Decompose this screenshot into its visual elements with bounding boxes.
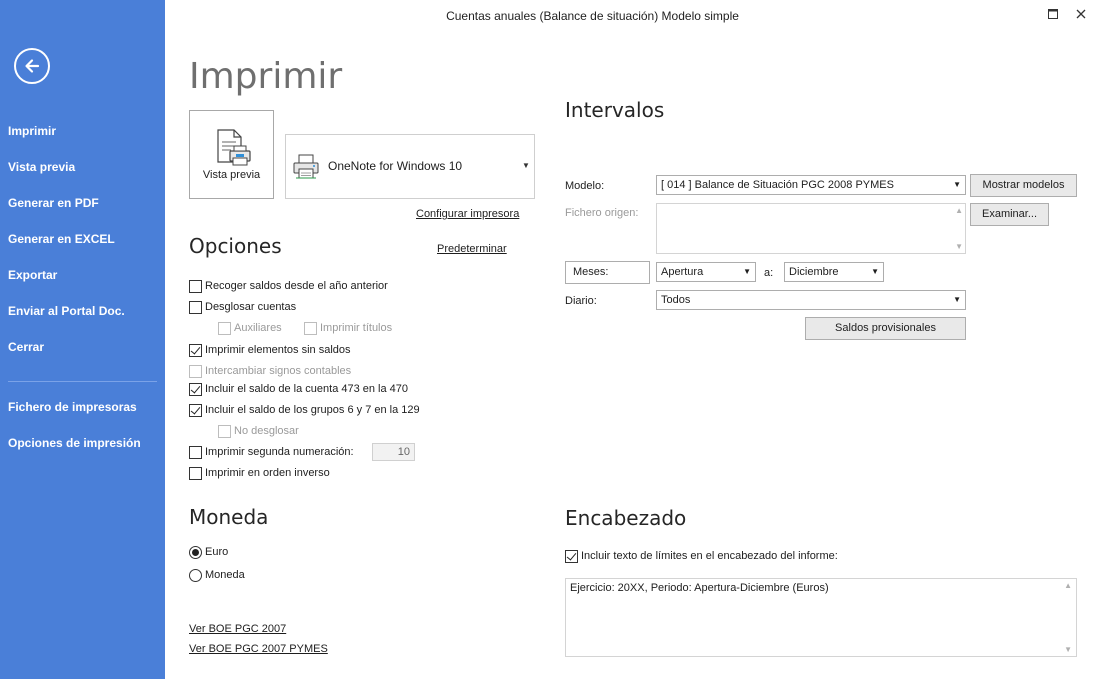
- journal-select[interactable]: Todos ▼: [656, 290, 966, 310]
- journal-value: Todos: [661, 294, 691, 306]
- option-label: Imprimir en orden inverso: [205, 467, 330, 479]
- checkbox[interactable]: [189, 280, 202, 293]
- dropdown-arrow-icon: ▼: [953, 180, 961, 189]
- checkbox[interactable]: [189, 301, 202, 314]
- dropdown-arrow-icon: ▼: [871, 267, 879, 276]
- browse-button[interactable]: Examinar...: [970, 203, 1049, 226]
- sidebar: Imprimir Vista previa Generar en PDF Gen…: [0, 0, 165, 679]
- header-title: Encabezado: [565, 506, 687, 530]
- header-text: Ejercicio: 20XX, Periodo: Apertura-Dicie…: [570, 582, 829, 594]
- dropdown-arrow-icon: ▼: [522, 161, 530, 170]
- printer-select[interactable]: OneNote for Windows 10 ▼: [285, 134, 535, 199]
- option-label: Intercambiar signos contables: [205, 365, 352, 377]
- from-value: Apertura: [661, 266, 704, 278]
- default-link[interactable]: Predeterminar: [437, 243, 507, 255]
- preview-label: Vista previa: [202, 169, 261, 181]
- preview-button[interactable]: Vista previa: [189, 110, 274, 199]
- show-models-button[interactable]: Mostrar modelos: [970, 174, 1077, 197]
- printer-icon: [293, 154, 319, 179]
- source-file-label: Fichero origen:: [565, 207, 639, 219]
- maximize-icon: [1048, 9, 1058, 19]
- option-label: Recoger saldos desde el año anterior: [205, 280, 388, 292]
- months-button[interactable]: Meses:: [565, 261, 650, 284]
- sidebar-item-opciones-impresion[interactable]: Opciones de impresión: [8, 436, 141, 450]
- sidebar-item-enviar-portal[interactable]: Enviar al Portal Doc.: [8, 304, 125, 318]
- sidebar-item-imprimir[interactable]: Imprimir: [8, 124, 56, 138]
- journal-label: Diario:: [565, 295, 597, 307]
- model-select[interactable]: [ 014 ] Balance de Situación PGC 2008 PY…: [656, 175, 966, 195]
- sidebar-divider: [8, 381, 157, 382]
- checkbox[interactable]: [189, 467, 202, 480]
- checkbox[interactable]: [189, 344, 202, 357]
- sidebar-item-cerrar[interactable]: Cerrar: [8, 340, 44, 354]
- header-text-area[interactable]: Ejercicio: 20XX, Periodo: Apertura-Dicie…: [565, 578, 1077, 657]
- option-label: Imprimir títulos: [320, 322, 393, 334]
- option-label: Incluir el saldo de los grupos 6 y 7 en …: [205, 404, 420, 416]
- page-title: Imprimir: [189, 56, 343, 97]
- checkbox[interactable]: [189, 383, 202, 396]
- printer-name: OneNote for Windows 10: [328, 159, 463, 173]
- back-button[interactable]: [14, 48, 50, 84]
- configure-printer-link[interactable]: Configurar impresora: [416, 208, 519, 220]
- from-select[interactable]: Apertura ▼: [656, 262, 756, 282]
- checkbox: [304, 322, 317, 335]
- checkbox[interactable]: [189, 404, 202, 417]
- close-icon: [1076, 9, 1086, 19]
- option-label: Incluir texto de límites en el encabezad…: [581, 550, 838, 562]
- scroll-down-icon: ▼: [955, 242, 963, 251]
- options-title: Opciones: [189, 234, 282, 258]
- option-label: Incluir el saldo de la cuenta 473 en la …: [205, 383, 409, 395]
- back-arrow-icon: [25, 59, 40, 73]
- sidebar-item-fichero-impresoras[interactable]: Fichero de impresoras: [8, 400, 137, 414]
- source-file-field[interactable]: ▲ ▼: [656, 203, 966, 254]
- checkbox: [189, 365, 202, 378]
- option-label: Imprimir elementos sin saldos: [205, 344, 351, 356]
- print-preview-icon: [217, 129, 251, 166]
- model-label: Modelo:: [565, 180, 605, 192]
- radio-label: Euro: [205, 546, 229, 558]
- radio-button[interactable]: [189, 569, 202, 582]
- checkbox[interactable]: [189, 446, 202, 459]
- close-button[interactable]: [1070, 4, 1092, 24]
- to-label: a:: [764, 267, 774, 279]
- to-value: Diciembre: [789, 266, 839, 278]
- currency-title: Moneda: [189, 505, 269, 529]
- sidebar-item-generar-pdf[interactable]: Generar en PDF: [8, 196, 99, 210]
- scroll-down-icon: ▼: [1064, 645, 1072, 654]
- sidebar-item-vista-previa[interactable]: Vista previa: [8, 160, 75, 174]
- to-select[interactable]: Diciembre ▼: [784, 262, 884, 282]
- dropdown-arrow-icon: ▼: [953, 295, 961, 304]
- sidebar-item-exportar[interactable]: Exportar: [8, 268, 57, 282]
- radio-label: Moneda: [205, 569, 245, 581]
- checkbox: [218, 425, 231, 438]
- maximize-button[interactable]: [1042, 4, 1064, 24]
- second-numbering-input[interactable]: 10: [372, 443, 415, 461]
- sidebar-item-generar-excel[interactable]: Generar en EXCEL: [8, 232, 115, 246]
- option-label: No desglosar: [234, 425, 299, 437]
- boe-pgc-2007-link[interactable]: Ver BOE PGC 2007: [189, 623, 286, 635]
- checkbox[interactable]: [565, 550, 578, 563]
- model-value: [ 014 ] Balance de Situación PGC 2008 PY…: [661, 179, 894, 191]
- window-title: Cuentas anuales (Balance de situación) M…: [446, 9, 739, 23]
- radio-button[interactable]: [189, 546, 202, 559]
- scroll-up-icon: ▲: [955, 206, 963, 215]
- scroll-up-icon: ▲: [1064, 581, 1072, 590]
- intervals-title: Intervalos: [565, 98, 665, 122]
- option-label: Desglosar cuentas: [205, 301, 297, 313]
- checkbox: [218, 322, 231, 335]
- provisional-balances-button[interactable]: Saldos provisionales: [805, 317, 966, 340]
- option-label: Auxiliares: [234, 322, 282, 334]
- boe-pgc-2007-pymes-link[interactable]: Ver BOE PGC 2007 PYMES: [189, 643, 328, 655]
- option-label: Imprimir segunda numeración:: [205, 446, 354, 458]
- dropdown-arrow-icon: ▼: [743, 267, 751, 276]
